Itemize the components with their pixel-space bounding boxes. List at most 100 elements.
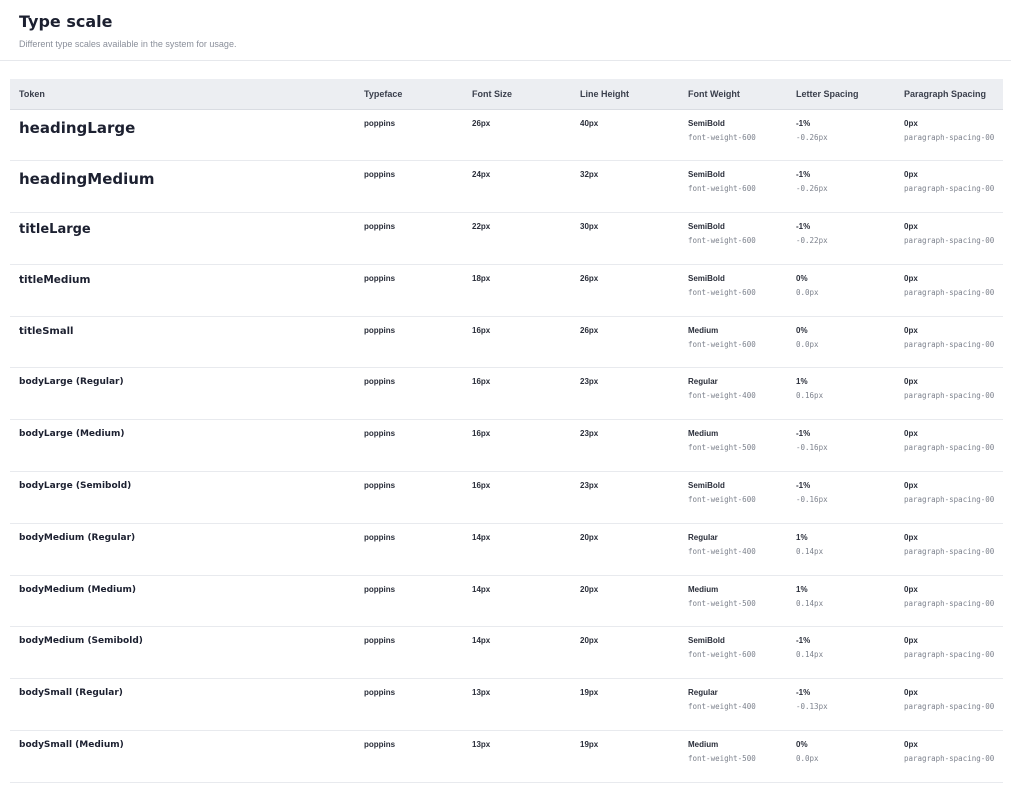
font-weight-token: font-weight-500	[688, 443, 756, 453]
token-cell: bodySmall (Medium)	[10, 731, 355, 783]
typeface-cell: poppins	[355, 368, 463, 420]
column-header-font-size: Font Size	[472, 88, 512, 99]
letter-spacing-percent: -1%	[796, 481, 811, 491]
token-name: titleSmall	[19, 325, 74, 337]
paragraph-spacing-token: paragraph-spacing-00	[904, 650, 995, 660]
paragraph-spacing-token: paragraph-spacing-00	[904, 546, 995, 556]
type-scale-table: Token Typeface Font Size Line Height Font We…	[10, 79, 1003, 783]
line-height-value: 19px	[580, 688, 599, 698]
line-height-cell: 20px	[571, 523, 679, 575]
font-size-cell: 13px	[463, 679, 571, 731]
font-size-cell: 22px	[463, 213, 571, 265]
paragraph-spacing-token: paragraph-spacing-00	[904, 391, 995, 401]
token-cell: titleMedium	[10, 264, 355, 316]
paragraph-spacing-token: paragraph-spacing-00	[904, 287, 995, 297]
typeface-cell: poppins	[355, 731, 463, 783]
letter-spacing-px: 0.0px	[796, 754, 819, 764]
letter-spacing-cell: -1% -0.16px	[787, 420, 895, 472]
font-weight-name: Medium	[688, 584, 719, 594]
font-size-cell: 26px	[463, 109, 571, 161]
font-weight-cell: SemiBold font-weight-600	[679, 213, 787, 265]
letter-spacing-percent: -1%	[796, 688, 811, 698]
font-weight-name: SemiBold	[688, 273, 725, 283]
table-body: headingLarge poppins 26px 40px SemiBold font-…	[10, 109, 1003, 783]
letter-spacing-px: 0.16px	[796, 391, 824, 401]
paragraph-spacing-cell: 0px paragraph-spacing-00	[895, 213, 1003, 265]
column-header-paragraph-spacing: Paragraph Spacing	[904, 88, 987, 99]
token-cell: bodyLarge (Semibold)	[10, 472, 355, 524]
table-row: bodyLarge (Semibold) poppins 16px 23px SemiB…	[10, 472, 1003, 524]
font-weight-name: Regular	[688, 532, 718, 542]
type-scale-table-container: Token Typeface Font Size Line Height Font We…	[10, 79, 1003, 783]
font-weight-cell: Regular font-weight-400	[679, 679, 787, 731]
font-weight-token: font-weight-500	[688, 598, 756, 608]
font-size-cell: 16px	[463, 368, 571, 420]
paragraph-spacing-px: 0px	[904, 740, 918, 750]
line-height-value: 19px	[580, 740, 599, 750]
table-header-row: Token Typeface Font Size Line Height Font We…	[10, 79, 1003, 109]
font-size-value: 14px	[472, 636, 491, 646]
letter-spacing-cell: -1% 0.14px	[787, 627, 895, 679]
font-weight-name: SemiBold	[688, 481, 725, 491]
font-weight-token: font-weight-600	[688, 495, 756, 505]
font-size-cell: 24px	[463, 161, 571, 213]
font-size-cell: 14px	[463, 575, 571, 627]
token-cell: bodyMedium (Regular)	[10, 523, 355, 575]
page-header: Type scale Different type scales availab…	[0, 0, 1011, 61]
typeface-value: poppins	[364, 429, 396, 439]
font-weight-name: Medium	[688, 429, 719, 439]
letter-spacing-cell: 1% 0.16px	[787, 368, 895, 420]
token-cell: titleLarge	[10, 213, 355, 265]
line-height-value: 40px	[580, 118, 599, 128]
line-height-cell: 19px	[571, 679, 679, 731]
paragraph-spacing-px: 0px	[904, 273, 918, 283]
letter-spacing-percent: 1%	[796, 377, 808, 387]
letter-spacing-cell: -1% -0.16px	[787, 472, 895, 524]
font-size-value: 13px	[472, 740, 491, 750]
token-name: bodyLarge (Regular)	[19, 377, 124, 388]
font-size-cell: 16px	[463, 420, 571, 472]
font-size-cell: 16px	[463, 472, 571, 524]
letter-spacing-px: -0.13px	[796, 702, 828, 712]
letter-spacing-px: 0.14px	[796, 650, 824, 660]
token-name: bodyMedium (Medium)	[19, 584, 137, 595]
typeface-cell: poppins	[355, 575, 463, 627]
token-name: titleMedium	[19, 273, 91, 286]
font-size-value: 16px	[472, 481, 491, 491]
token-name: bodyLarge (Medium)	[19, 429, 125, 440]
table-row: bodyMedium (Regular) poppins 14px 20px Regul…	[10, 523, 1003, 576]
typeface-value: poppins	[364, 481, 396, 491]
letter-spacing-px: -0.22px	[796, 236, 828, 246]
line-height-value: 23px	[580, 429, 599, 439]
font-size-value: 16px	[472, 377, 491, 387]
line-height-value: 23px	[580, 377, 599, 387]
letter-spacing-percent: 1%	[796, 532, 808, 542]
column-header-typeface: Typeface	[364, 88, 403, 99]
letter-spacing-percent: -1%	[796, 429, 811, 439]
font-weight-name: Medium	[688, 740, 719, 750]
token-cell: bodyLarge (Medium)	[10, 420, 355, 472]
line-height-cell: 26px	[571, 264, 679, 316]
token-cell: headingLarge	[10, 109, 355, 161]
font-size-cell: 13px	[463, 731, 571, 783]
typeface-cell: poppins	[355, 627, 463, 679]
paragraph-spacing-cell: 0px paragraph-spacing-00	[895, 316, 1003, 368]
typeface-value: poppins	[364, 688, 396, 698]
table-row: bodyMedium (Semibold) poppins 14px 20px Semi…	[10, 627, 1003, 679]
font-size-value: 18px	[472, 273, 491, 283]
token-name: headingLarge	[19, 118, 136, 137]
typeface-value: poppins	[364, 532, 396, 542]
letter-spacing-px: 0.0px	[796, 287, 819, 297]
letter-spacing-px: 0.14px	[796, 598, 824, 608]
paragraph-spacing-token: paragraph-spacing-00	[904, 236, 995, 246]
letter-spacing-percent: -1%	[796, 636, 811, 646]
paragraph-spacing-token: paragraph-spacing-00	[904, 754, 995, 764]
table-row: titleSmall poppins 16px 26px Medium font-weig…	[10, 316, 1003, 368]
letter-spacing-percent: -1%	[796, 118, 811, 128]
letter-spacing-px: 0.14px	[796, 546, 824, 556]
line-height-cell: 20px	[571, 575, 679, 627]
font-weight-token: font-weight-600	[688, 132, 756, 142]
typeface-cell: poppins	[355, 472, 463, 524]
font-size-value: 14px	[472, 532, 491, 542]
font-size-value: 13px	[472, 688, 491, 698]
